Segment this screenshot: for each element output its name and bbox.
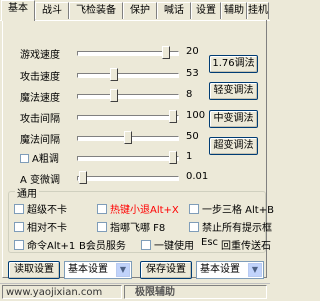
slider-row-game-speed: 游戏速度 20 [0,44,200,61]
slider-value: 8 [186,89,193,100]
option-disable-prompts[interactable]: 禁止所有提示框 [189,219,272,234]
main-window: 基本 战斗 飞检装备 保护 喊话 设置 辅助 挂机 游戏速度 20 攻击速度 5… [0,0,274,301]
tab-afk[interactable]: 挂机 [247,2,269,19]
select-value: 基本设置 [68,264,108,275]
slider-row-magic-interval: 魔法间隔 50 [0,129,200,146]
slider-thumb[interactable] [79,171,87,184]
coarse-checkbox[interactable] [20,154,29,163]
tab-settings[interactable]: 设置 [191,2,221,19]
mode-176-button[interactable]: 1.76调法 [209,55,258,73]
slider-thumb[interactable] [124,131,132,144]
checkbox[interactable] [14,204,24,214]
slider-label: 魔法间隔 [20,135,60,146]
settings-select-2[interactable]: 基本设置 ▼ [196,261,264,279]
option-relative-no-lag[interactable]: 相对不卡 [14,219,67,234]
slider-thumb[interactable] [169,151,177,164]
chevron-down-icon[interactable]: ▼ [248,263,262,277]
status-bar: www.yaojixian.com 极限辅助 [0,283,270,301]
checkbox[interactable] [97,222,107,232]
return-teleport-stone-button[interactable]: 回重传送石 [221,237,271,252]
super-mode-button[interactable]: 超变调法 [209,137,258,155]
option-one-click-use[interactable]: 一键使用 [141,237,194,252]
slider-thumb[interactable] [169,110,177,123]
attack-interval-slider[interactable] [77,110,179,123]
group-title: 通用 [15,185,39,200]
coarse-slider[interactable] [77,151,179,164]
slider-value: 50 [186,131,199,142]
esc-label: Esc [201,237,219,248]
game-speed-slider[interactable] [77,46,179,59]
settings-select-1[interactable]: 基本设置 ▼ [64,261,132,279]
magic-speed-slider[interactable] [77,89,179,102]
slider-row-coarse: A粗调 1 [0,149,200,165]
slider-label: 攻击间隔 [20,114,60,125]
status-label: 极限辅助 [124,285,267,299]
slider-value: 100 [186,110,206,121]
slider-row-fine: A 变微调 0.01 [0,169,208,186]
slider-thumb[interactable] [110,89,118,102]
checkbox[interactable] [14,222,24,232]
option-one-step-three[interactable]: 一步三格 Alt+B [189,201,274,216]
magic-interval-slider[interactable] [77,131,179,144]
save-settings-button[interactable]: 保存设置 [140,261,192,279]
checkbox[interactable] [14,240,24,250]
slider-label: 游戏速度 [20,50,60,61]
option-super-no-lag[interactable]: 超级不卡 [14,201,67,216]
option-hotkey-quick-exit[interactable]: 热键小退Alt+X [97,201,179,216]
slider-label: 攻击速度 [20,72,60,83]
tab-bar: 基本 战斗 飞检装备 保护 喊话 设置 辅助 挂机 [0,0,270,21]
checkbox[interactable] [189,222,199,232]
option-point-fly[interactable]: 指哪飞哪 F8 [97,219,165,234]
attack-speed-slider[interactable] [77,68,179,81]
medium-mode-button[interactable]: 中变调法 [209,110,258,128]
tab-assist[interactable]: 辅助 [221,2,247,19]
slider-label: 魔法速度 [20,93,60,104]
tab-equipment[interactable]: 飞检装备 [69,2,123,19]
tab-basic[interactable]: 基本 [1,0,35,21]
option-command-alt1[interactable]: 命令Alt+1 [14,237,75,252]
tab-combat[interactable]: 战斗 [35,2,69,19]
checkbox[interactable] [189,204,199,214]
light-mode-button[interactable]: 轻变调法 [209,82,258,100]
checkbox[interactable] [141,240,151,250]
slider-row-attack-speed: 攻击速度 53 [0,66,200,83]
chevron-down-icon[interactable]: ▼ [116,263,130,277]
fine-slider[interactable] [77,171,179,184]
read-settings-button[interactable]: 读取设置 [8,261,60,279]
general-group: 通用 超级不卡 热键小退Alt+X 一步三格 Alt+B 相对不卡 指哪飞哪 F… [8,185,274,253]
select-value: 基本设置 [200,264,240,275]
slider-row-magic-speed: 魔法速度 8 [0,87,200,104]
status-url: www.yaojixian.com [2,285,122,299]
checkbox[interactable] [97,204,107,214]
slider-value: 20 [186,46,199,57]
coarse-checkbox-label[interactable]: A粗调 [20,150,59,165]
slider-thumb[interactable] [110,68,118,81]
slider-value: 53 [186,68,199,79]
slider-row-attack-interval: 攻击间隔 100 [0,108,205,125]
vip-service-link[interactable]: B会员服务 [79,237,126,252]
slider-value: 1 [186,151,193,162]
slider-thumb[interactable] [162,46,170,59]
tab-protect[interactable]: 保护 [123,2,157,19]
tab-shout[interactable]: 喊话 [157,2,191,19]
slider-label: A 变微调 [20,175,61,186]
slider-value: 0.01 [186,171,209,182]
